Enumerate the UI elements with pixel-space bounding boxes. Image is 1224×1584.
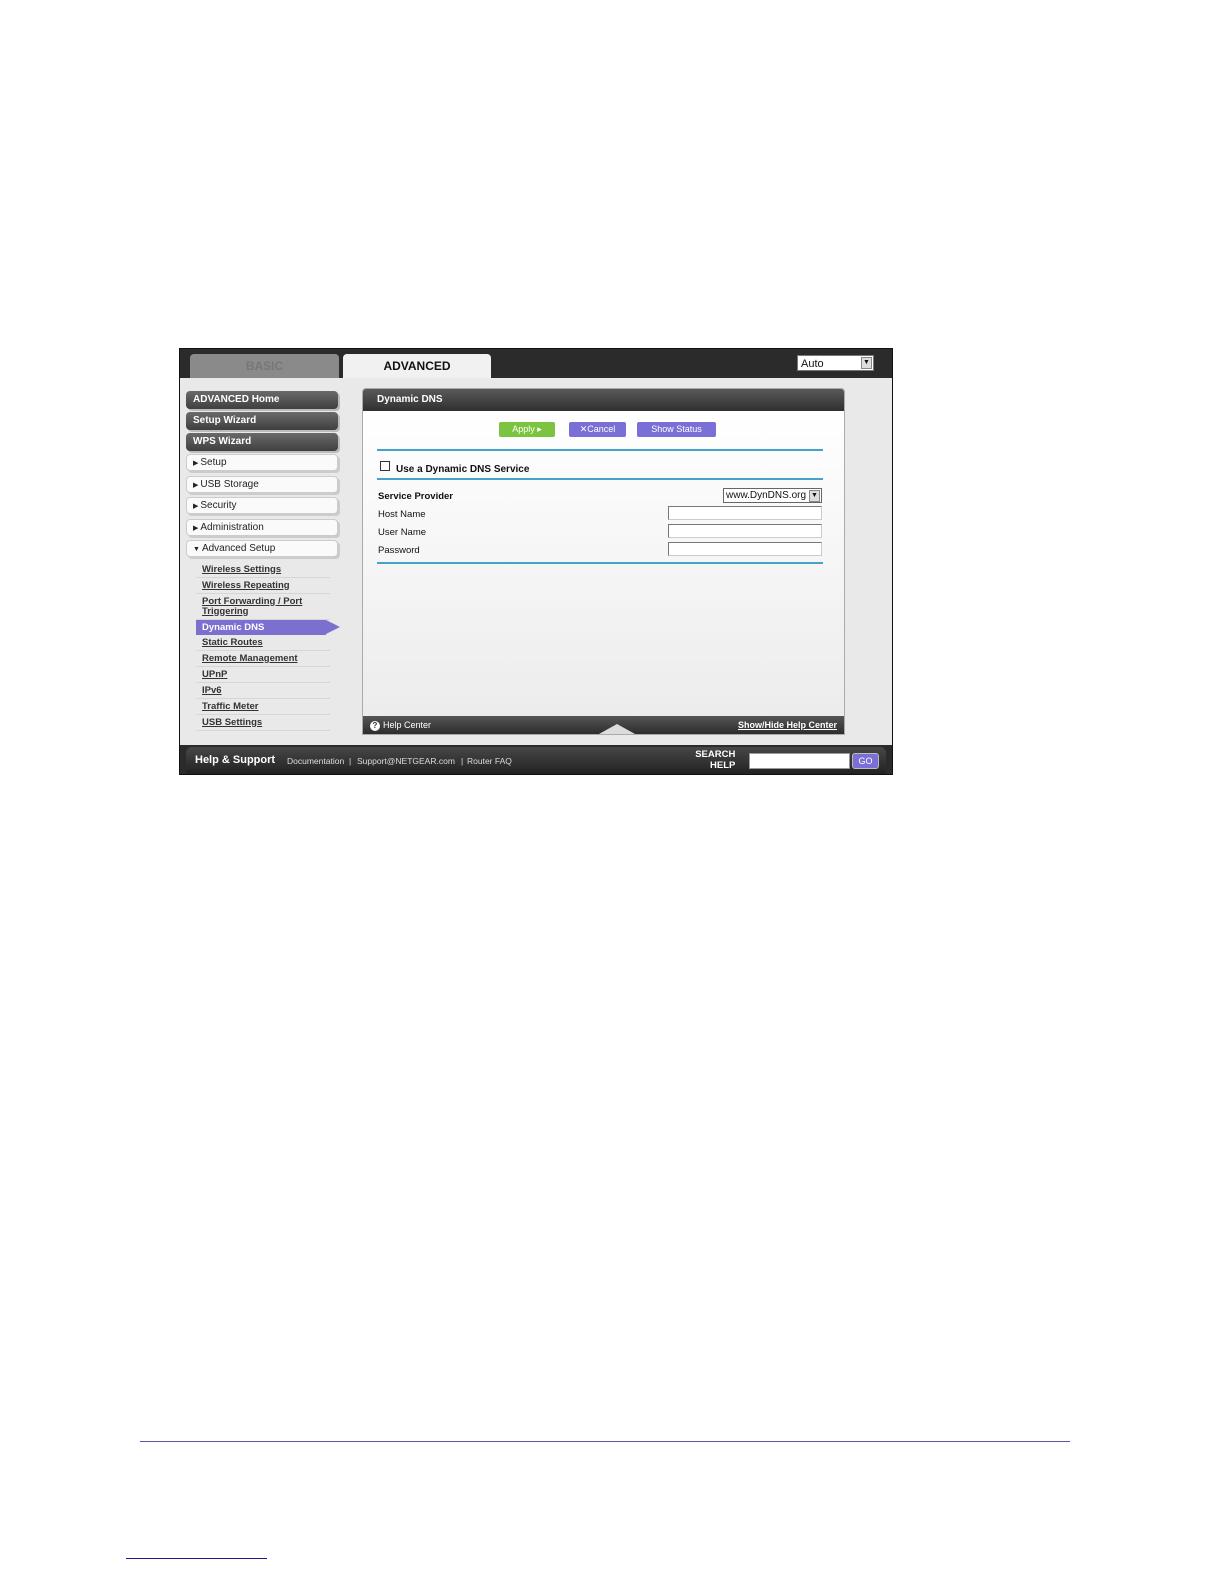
sub-item-port-forwarding[interactable]: Port Forwarding / Port Triggering (196, 594, 330, 620)
footer-divider (140, 1441, 1070, 1442)
panel-content: Apply ▸ ✕Cancel Show Status Use a Dynami… (363, 411, 844, 716)
sub-item-wireless-settings[interactable]: Wireless Settings (196, 562, 330, 578)
sidebar-item-wps-wizard[interactable]: WPS Wizard (186, 433, 338, 451)
link-separator: | (461, 756, 464, 766)
host-name-input[interactable] (668, 506, 822, 520)
main-area: ADVANCED Home Setup Wizard WPS Wizard ▶ S… (180, 378, 892, 745)
link-separator: | (349, 756, 352, 766)
panel-footer: ? Help Center Show/Hide Help Center (363, 716, 844, 734)
language-select-value: Auto (801, 358, 824, 370)
caret-right-icon: ▶ (193, 503, 199, 510)
service-provider-label: Service Provider (378, 491, 453, 502)
apply-button[interactable]: Apply ▸ (499, 422, 555, 437)
sidebar-item-advanced-home[interactable]: ADVANCED Home (186, 391, 338, 409)
footer-link-underline (126, 1558, 267, 1559)
search-label-line: HELP (710, 760, 736, 771)
service-provider-value: www.DynDNS.org (726, 490, 807, 501)
go-button[interactable]: GO (852, 753, 879, 769)
host-name-label: Host Name (378, 509, 426, 520)
use-ddns-checkbox[interactable] (380, 461, 390, 471)
search-help-input[interactable] (749, 753, 850, 769)
help-center-link[interactable]: ? Help Center (370, 716, 431, 734)
sub-item-upnp[interactable]: UPnP (196, 667, 330, 683)
expand-arrow-icon[interactable] (599, 724, 635, 734)
sub-item-traffic-meter[interactable]: Traffic Meter (196, 699, 330, 715)
use-ddns-row: Use a Dynamic DNS Service (380, 461, 529, 475)
caret-down-icon: ▼ (193, 546, 200, 553)
support-email-link[interactable]: Support@NETGEAR.com (357, 756, 455, 766)
router-faq-link[interactable]: Router FAQ (467, 756, 512, 766)
advanced-setup-submenu: Wireless Settings Wireless Repeating Por… (186, 562, 340, 731)
cancel-label: Cancel (587, 424, 616, 434)
caret-right-icon: ▶ (193, 524, 199, 532)
service-provider-select[interactable]: www.DynDNS.org ▼ (723, 488, 822, 503)
password-label: Password (378, 545, 420, 556)
sidebar-item-label: Administration (200, 521, 264, 533)
sub-item-remote-management[interactable]: Remote Management (196, 651, 330, 667)
chevron-down-icon: ▼ (861, 357, 872, 369)
sub-item-usb-settings[interactable]: USB Settings (196, 715, 330, 731)
tab-advanced[interactable]: ADVANCED (343, 354, 491, 378)
sidebar-item-label: Advanced Setup (201, 543, 276, 554)
sub-item-static-routes[interactable]: Static Routes (196, 635, 330, 651)
sidebar-item-setup-wizard[interactable]: Setup Wizard (186, 412, 338, 430)
documentation-link[interactable]: Documentation (287, 756, 344, 766)
sidebar-item-setup[interactable]: ▶ Setup (186, 454, 338, 471)
sidebar-item-label: Security (200, 500, 237, 511)
top-tab-bar: BASIC ADVANCED Auto ▼ (180, 349, 892, 378)
dynamic-dns-panel: Dynamic DNS Apply ▸ ✕Cancel Show Status … (362, 388, 845, 735)
help-center-label: Help Center (383, 720, 432, 730)
caret-right-icon: ▶ (193, 481, 199, 489)
cancel-button[interactable]: ✕Cancel (569, 422, 626, 437)
sidebar-item-label: USB Storage (200, 478, 259, 490)
user-name-label: User Name (378, 527, 427, 538)
show-status-button[interactable]: Show Status (637, 422, 716, 437)
show-hide-help-link[interactable]: Show/Hide Help Center (738, 716, 837, 734)
caret-right-icon: ▶ (193, 460, 199, 467)
play-icon: ▸ (537, 424, 542, 434)
sidebar-item-label: Setup (200, 457, 227, 468)
sidebar-item-advanced-setup[interactable]: ▼ Advanced Setup (186, 540, 338, 557)
divider (377, 449, 823, 451)
panel-title: Dynamic DNS (363, 389, 844, 411)
sidebar-item-security[interactable]: ▶ Security (186, 497, 338, 514)
sub-item-wireless-repeating[interactable]: Wireless Repeating (196, 578, 330, 594)
sub-item-ipv6[interactable]: IPv6 (196, 683, 330, 699)
tab-basic[interactable]: BASIC (190, 354, 339, 378)
divider (377, 562, 823, 564)
language-select[interactable]: Auto ▼ (797, 355, 874, 371)
chevron-down-icon: ▼ (809, 490, 820, 502)
sub-item-dynamic-dns[interactable]: Dynamic DNS (196, 619, 340, 635)
help-support-bar: Help & Support Documentation | Support@N… (186, 747, 886, 774)
apply-label: Apply (512, 424, 535, 434)
action-buttons: Apply ▸ ✕Cancel Show Status (363, 422, 844, 438)
sidebar-item-usb-storage[interactable]: ▶ USB Storage (186, 475, 338, 493)
search-help-label: SEARCH HELP (694, 749, 735, 771)
help-support-title: Help & Support (195, 754, 276, 766)
password-input[interactable] (668, 542, 822, 556)
search-label-line: SEARCH (695, 749, 736, 760)
use-ddns-label: Use a Dynamic DNS Service (396, 464, 530, 475)
sidebar: ADVANCED Home Setup Wizard WPS Wizard ▶ S… (186, 391, 340, 731)
user-name-input[interactable] (668, 524, 822, 538)
router-admin-screenshot: BASIC ADVANCED Auto ▼ ADVANCED Home Setu… (179, 348, 893, 775)
divider (377, 478, 823, 480)
help-icon: ? (370, 721, 380, 731)
sidebar-item-administration[interactable]: ▶ Administration (186, 518, 338, 536)
